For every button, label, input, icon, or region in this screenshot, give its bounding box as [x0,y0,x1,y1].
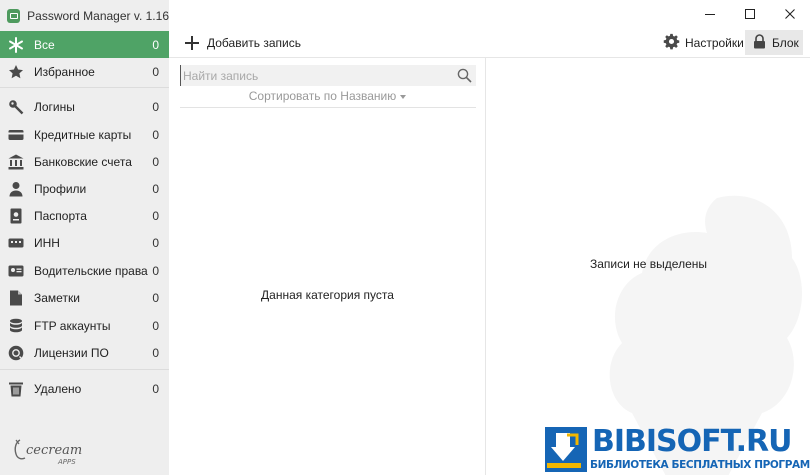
sort-label: Сортировать по Названию [248,89,397,103]
sidebar-item-count: 0 [152,37,159,52]
sidebar-item-label: Избранное [34,64,95,79]
minimize-icon [705,14,715,15]
sidebar-item-passports[interactable]: Паспорта 0 [0,202,169,229]
sidebar-item-count: 0 [152,290,159,305]
settings-label: Настройки [685,36,744,50]
sidebar-item-count: 0 [152,235,159,250]
certificate-icon [8,345,24,361]
sidebar-item-count: 0 [152,127,159,142]
watermark-title: BIBISOFT.RU [592,424,792,459]
sidebar-item-profiles[interactable]: Профили 0 [0,175,169,202]
app-title: Password Manager v. 1.16 [27,8,169,23]
note-icon [8,290,24,306]
sidebar-item-count: 0 [152,99,159,114]
bibsoft-watermark: BIBISOFT.RU БИБЛИОТЕКА БЕСПЛАТНЫХ ПРОГРА… [545,425,810,475]
sidebar-item-label: Лицензии ПО [34,345,109,360]
sidebar-item-count: 0 [152,64,159,79]
svg-text:APPS: APPS [57,458,76,466]
bank-icon [8,154,24,170]
sidebar-item-bank-accounts[interactable]: Банковские счета 0 [0,148,169,175]
close-button[interactable] [770,0,810,28]
trash-icon [8,381,24,397]
sidebar-item-all[interactable]: Все 0 [0,31,169,58]
sidebar-item-label: Банковские счета [34,154,132,169]
search-box [180,65,476,86]
toolbar: Добавить запись Настройки Блок [169,28,810,58]
download-arrow-icon [545,427,587,472]
sidebar-item-count: 0 [152,263,159,278]
sidebar-item-count: 0 [152,345,159,360]
sidebar-item-count: 0 [152,154,159,169]
watermark-subtitle: БИБЛИОТЕКА БЕСПЛАТНЫХ ПРОГРАММ [590,459,810,471]
key-icon [8,99,24,115]
maximize-icon [745,9,755,19]
person-icon [8,181,24,197]
empty-category-message: Данная категория пуста [261,288,394,302]
credit-card-icon [8,127,24,143]
database-icon [8,318,24,334]
sidebar-item-driver-license[interactable]: Водительские права 0 [0,257,169,284]
sidebar-item-label: Заметки [34,290,80,305]
license-icon [8,263,24,279]
sidebar-divider [0,87,169,88]
close-icon [785,9,795,19]
sidebar-item-count: 0 [152,208,159,223]
no-selection-message: Записи не выделены [590,257,707,271]
sidebar-item-label: ИНН [34,235,60,250]
lock-icon [753,33,766,52]
plus-icon [185,36,199,50]
svg-text:cecream: cecream [26,443,82,458]
lock-label: Блок [772,35,799,50]
app-logo-icon [7,8,21,23]
passport-icon [8,208,24,224]
sidebar-item-label: Кредитные карты [34,127,132,142]
search-icon[interactable] [457,68,472,83]
sidebar-item-count: 0 [152,381,159,396]
sidebar-item-label: Удалено [34,381,82,396]
sidebar-item-label: Водительские права [34,263,148,278]
sidebar-item-label: Профили [34,181,87,196]
sidebar-item-count: 0 [152,318,159,333]
add-record-button[interactable]: Добавить запись [185,34,301,52]
sidebar: Password Manager v. 1.16 Все 0 Избранное… [0,0,169,475]
settings-button[interactable]: Настройки [663,32,744,54]
id-card-icon [8,235,24,251]
sidebar-divider [0,369,169,370]
sidebar-item-label: FTP аккаунты [34,318,111,333]
search-input[interactable] [180,65,450,86]
sidebar-item-notes[interactable]: Заметки 0 [0,284,169,311]
title-bar: Password Manager v. 1.16 [0,0,169,31]
add-record-label: Добавить запись [207,36,301,50]
record-detail-panel: Записи не выделены [487,58,810,475]
list-divider [180,107,476,108]
star-icon [8,64,24,80]
sidebar-item-credit-cards[interactable]: Кредитные карты 0 [0,121,169,148]
sidebar-item-inn[interactable]: ИНН 0 [0,229,169,256]
sort-dropdown[interactable]: Сортировать по Названию [169,89,486,103]
sidebar-item-label: Логины [34,99,75,114]
sidebar-item-favorites[interactable]: Избранное 0 [0,58,169,85]
sidebar-item-ftp[interactable]: FTP аккаунты 0 [0,312,169,339]
lock-button[interactable]: Блок [745,30,803,55]
sidebar-item-licenses[interactable]: Лицензии ПО 0 [0,339,169,366]
sidebar-item-deleted[interactable]: Удалено 0 [0,375,169,402]
minimize-button[interactable] [690,0,730,28]
sidebar-item-count: 0 [152,181,159,196]
asterisk-icon [8,37,24,53]
sidebar-item-logins[interactable]: Логины 0 [0,93,169,120]
sidebar-item-label: Паспорта [34,208,87,223]
records-list-panel: Сортировать по Названию Данная категория… [169,58,486,475]
icecream-apps-logo: cecream APPS [10,434,100,468]
sidebar-item-label: Все [34,37,55,52]
chevron-down-icon [400,94,407,99]
window-controls [690,0,810,28]
maximize-button[interactable] [730,0,770,28]
gear-icon [663,33,680,53]
